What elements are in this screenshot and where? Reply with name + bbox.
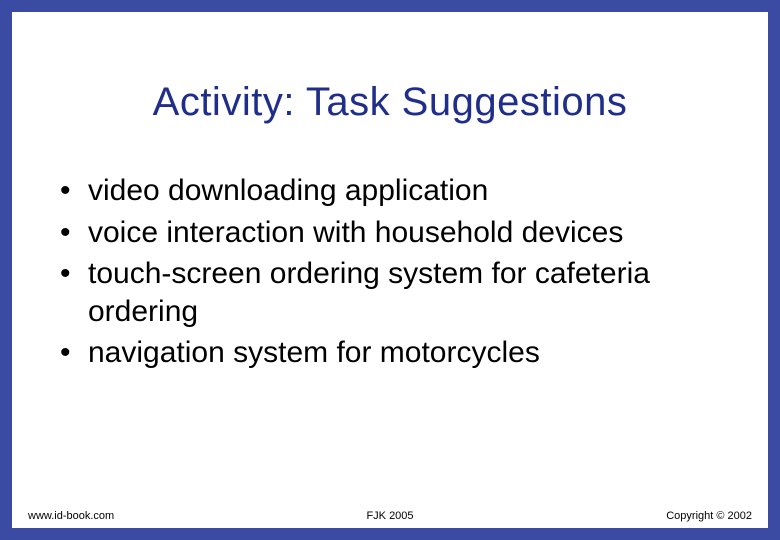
list-item: navigation system for motorcycles xyxy=(60,334,720,372)
slide: Activity: Task Suggestions video downloa… xyxy=(12,12,768,528)
list-item: touch-screen ordering system for cafeter… xyxy=(60,255,720,330)
slide-title: Activity: Task Suggestions xyxy=(12,80,768,125)
slide-footer: www.id-book.com FJK 2005 Copyright © 200… xyxy=(28,502,752,522)
list-item: voice interaction with household devices xyxy=(60,214,720,252)
bullet-list: video downloading application voice inte… xyxy=(60,172,720,372)
list-item: video downloading application xyxy=(60,172,720,210)
footer-center: FJK 2005 xyxy=(28,510,752,522)
slide-body: video downloading application voice inte… xyxy=(60,172,720,376)
footer-right: Copyright © 2002 xyxy=(666,510,752,522)
